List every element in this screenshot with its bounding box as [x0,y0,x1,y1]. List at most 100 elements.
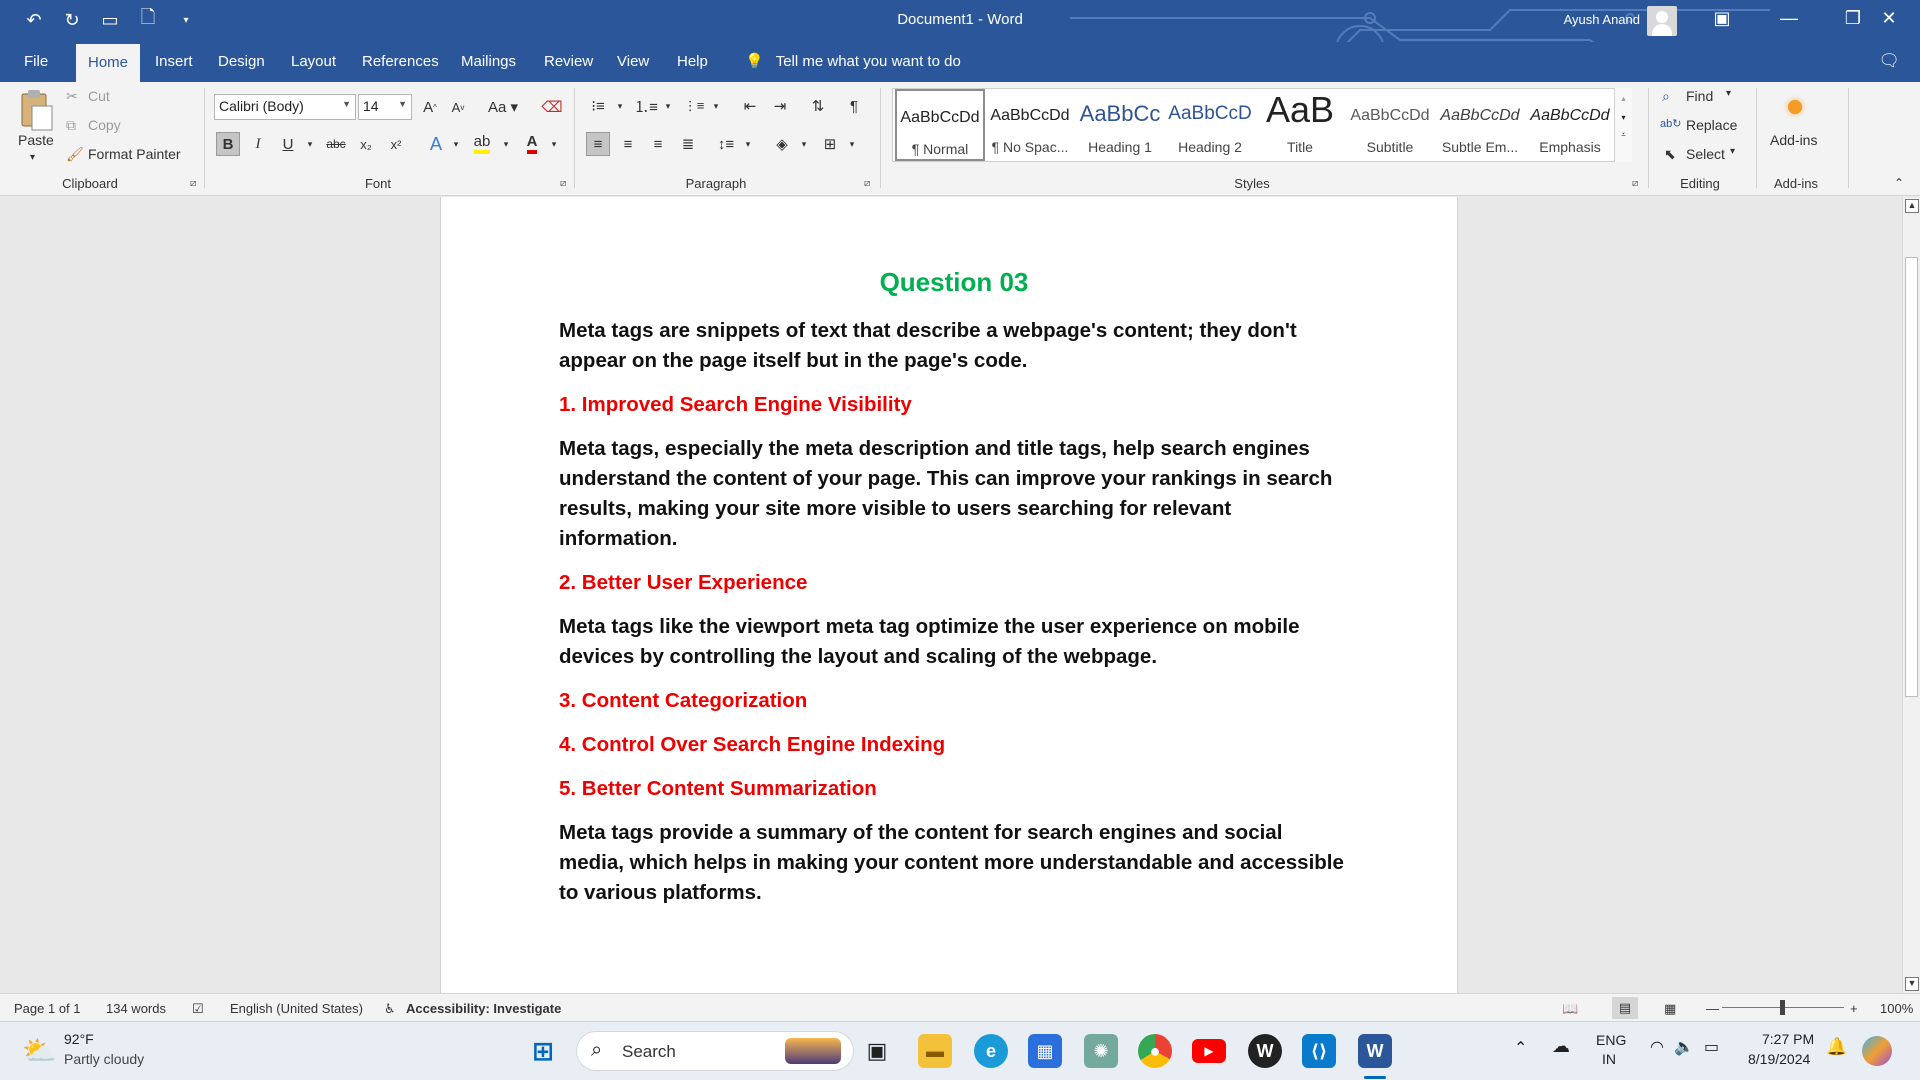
accessibility-status[interactable]: Accessibility: Investigate [406,1001,561,1016]
volume-icon[interactable]: 🔈 [1674,1037,1694,1057]
edge-icon[interactable]: e [974,1034,1008,1068]
paste-icon[interactable] [18,88,56,132]
replace-icon[interactable]: ab↻ [1660,117,1681,130]
word-count[interactable]: 134 words [106,1001,166,1016]
windows-start-icon[interactable]: ⊞ [526,1034,560,1068]
tab-layout[interactable]: Layout [291,50,336,73]
onedrive-icon[interactable]: ☁ [1552,1036,1570,1057]
shading-icon[interactable]: ◈ [770,132,794,156]
vertical-scrollbar[interactable]: ▲ ▼ [1902,197,1920,993]
minimize-icon[interactable]: — [1774,8,1804,34]
tell-me-search[interactable]: 💡 Tell me what you want to do [745,52,961,71]
bullets-icon[interactable]: ⁝≡ [586,94,610,118]
bold-button[interactable]: B [216,132,240,156]
accessibility-icon[interactable]: ♿ [384,1001,396,1017]
zoom-level[interactable]: 100% [1880,1001,1913,1016]
wordpress-icon[interactable]: W [1248,1034,1282,1068]
zoom-out-icon[interactable]: — [1706,1001,1719,1016]
add-ins-button[interactable]: Add-ins [1770,132,1817,148]
proofing-icon[interactable]: ☑ [192,1001,204,1017]
superscript-button[interactable]: x² [384,132,408,156]
more-styles-icon[interactable]: ⩡ [1615,130,1632,140]
ribbon-display-options-icon[interactable]: ▣ [1707,8,1737,34]
chevron-down-icon[interactable]: ▾ [704,94,728,118]
copy-button[interactable]: Copy [88,117,121,133]
chevron-down-icon[interactable]: ▾ [792,132,816,156]
tab-view[interactable]: View [617,50,649,73]
style-heading-1[interactable]: AaBbCc Heading 1 [1075,89,1165,161]
shrink-font-icon[interactable]: Av [446,95,470,119]
clipboard-launcher-icon[interactable]: ⧄ [190,178,196,189]
clock-time[interactable]: 7:27 PM [1762,1031,1814,1047]
format-painter-icon[interactable]: 🖌 [66,146,84,163]
taskbar-search[interactable]: ⌕ Search [576,1031,854,1071]
page-count[interactable]: Page 1 of 1 [14,1001,81,1016]
user-name[interactable]: Ayush Anand [1564,12,1640,27]
tab-home[interactable]: Home [76,44,141,82]
wifi-icon[interactable]: ◠ [1650,1037,1664,1057]
cut-icon[interactable]: ✂ [66,88,78,105]
font-color-icon[interactable]: A [520,132,544,156]
chrome-icon[interactable]: ● [1138,1034,1172,1068]
collapse-ribbon-icon[interactable]: ⌃ [1894,176,1904,190]
scroll-thumb[interactable] [1905,257,1918,697]
comments-icon[interactable]: 🗨 [1878,51,1900,71]
avatar[interactable] [1647,6,1677,36]
increase-indent-icon[interactable]: ⇥ [768,94,792,118]
chevron-down-icon[interactable]: ▾ [608,94,632,118]
tab-file[interactable]: File [24,50,48,73]
language-bottom[interactable]: IN [1602,1051,1616,1067]
chevron-down-icon[interactable]: ▾ [1615,113,1632,122]
styles-gallery-scroll[interactable]: ▴ ▾ ⩡ [1614,88,1632,162]
tab-references[interactable]: References [362,50,439,73]
chatgpt-icon[interactable]: ✺ [1084,1034,1118,1068]
borders-icon[interactable]: ⊞ [818,132,842,156]
style-subtitle[interactable]: AaBbCcDd Subtitle [1345,89,1435,161]
chevron-down-icon[interactable]: ▾ [1730,146,1735,157]
font-launcher-icon[interactable]: ⧄ [560,178,566,189]
decrease-indent-icon[interactable]: ⇤ [738,94,762,118]
microsoft-store-icon[interactable]: ▦ [1028,1034,1062,1068]
italic-button[interactable]: I [246,132,270,156]
language-top[interactable]: ENG [1596,1032,1626,1048]
read-mode-icon[interactable]: 📖 [1562,1001,1578,1017]
chevron-up-icon[interactable]: ▴ [1615,94,1632,103]
justify-icon[interactable]: ≣ [676,132,700,156]
subscript-button[interactable]: x₂ [354,132,378,156]
line-spacing-icon[interactable]: ↕≡ [714,132,738,156]
font-size-combo[interactable]: 14 ▼ [358,94,412,120]
cut-button[interactable]: Cut [88,88,110,104]
chevron-down-icon[interactable]: ▾ [736,132,760,156]
show-formatting-marks-icon[interactable]: ¶ [842,94,866,118]
select-cursor-icon[interactable]: ⬉ [1664,146,1676,163]
paste-button[interactable]: Paste [18,132,54,148]
find-icon[interactable]: ⌕ [1662,88,1670,105]
chevron-down-icon[interactable]: ▾ [656,94,680,118]
underline-button[interactable]: U [276,132,300,156]
style-normal[interactable]: AaBbCcDd ¶ Normal [895,89,985,161]
tab-help[interactable]: Help [677,50,708,73]
scroll-down-icon[interactable]: ▼ [1905,977,1919,991]
file-explorer-icon[interactable]: ▬ [918,1034,952,1068]
weather-icon[interactable]: ⛅ [22,1034,57,1067]
numbering-icon[interactable]: ⒈≡ [634,94,658,118]
chevron-down-icon[interactable]: ▾ [1726,88,1731,99]
chevron-down-icon[interactable]: ▾ [494,132,518,156]
vscode-icon[interactable]: ⟨⟩ [1302,1034,1336,1068]
restore-icon[interactable]: ❐ [1838,8,1868,34]
zoom-slider-thumb[interactable] [1780,1000,1785,1015]
highlight-color-icon[interactable]: ab [470,132,494,156]
document-page[interactable]: Question 03 Meta tags are snippets of te… [440,197,1458,993]
align-right-icon[interactable]: ≡ [646,132,670,156]
underline-dropdown-icon[interactable]: ▾ [298,132,322,156]
clock-date[interactable]: 8/19/2024 [1748,1051,1810,1067]
close-icon[interactable]: ✕ [1874,8,1904,34]
copy-icon[interactable]: ⧉ [66,117,76,134]
style-title[interactable]: AaB Title [1255,89,1345,161]
style-no-spacing[interactable]: AaBbCcDd ¶ No Spac... [985,89,1075,161]
chevron-up-icon[interactable]: ⌃ [1514,1038,1527,1058]
styles-launcher-icon[interactable]: ⧄ [1632,178,1638,189]
task-view-icon[interactable]: ▣ [860,1034,894,1068]
web-layout-icon[interactable]: ▦ [1664,1001,1676,1017]
paste-dropdown-icon[interactable]: ▾ [30,152,35,163]
